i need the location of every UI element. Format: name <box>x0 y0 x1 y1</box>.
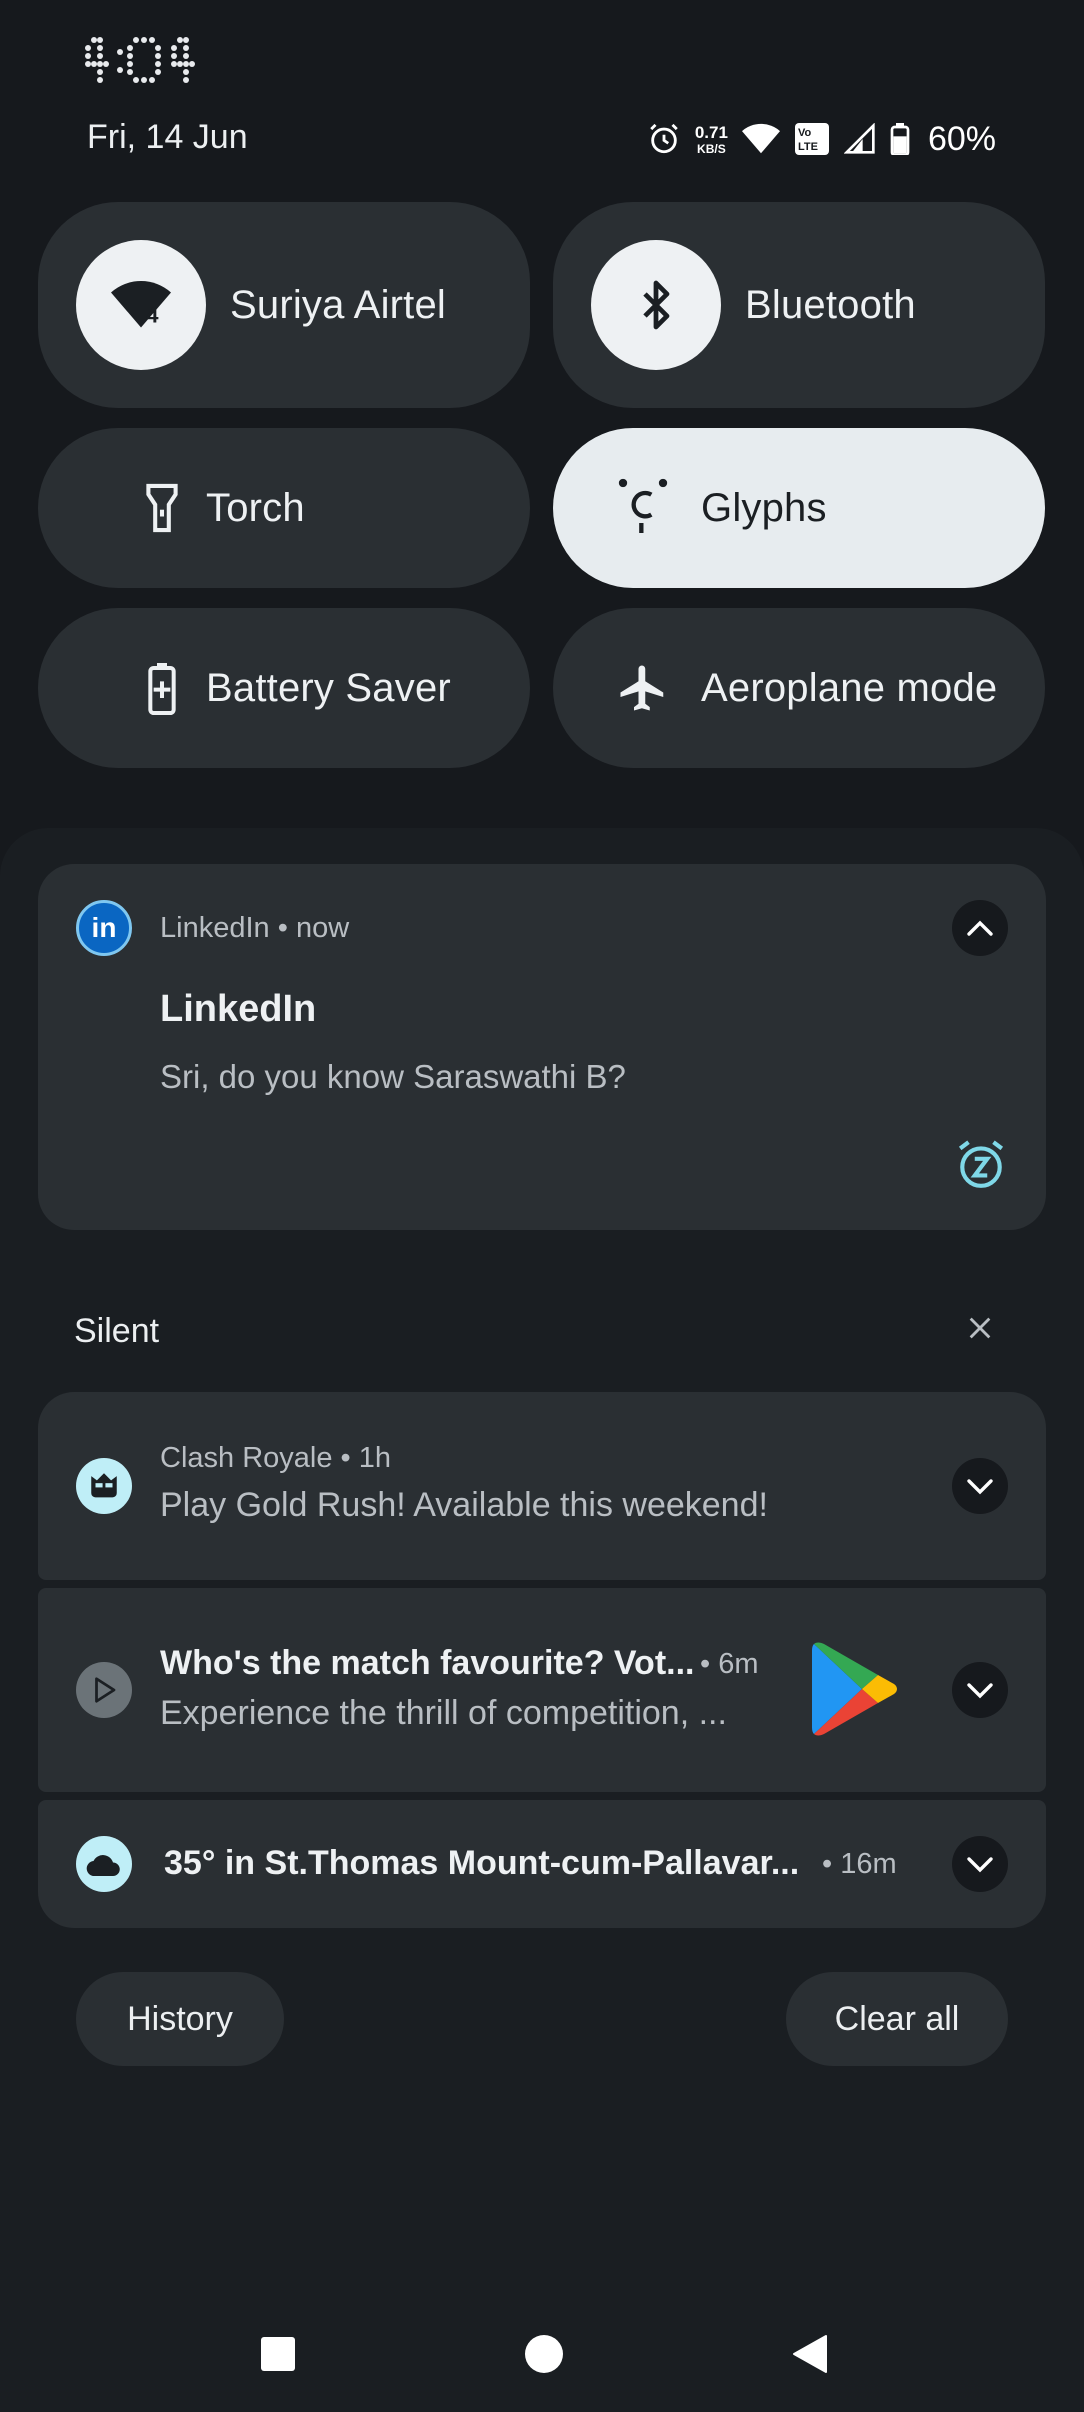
aeroplane-tile-label: Aeroplane mode <box>701 665 998 710</box>
glyphs-tile[interactable]: Glyphs <box>553 428 1045 588</box>
network-speed-value: 0.71 <box>694 122 728 142</box>
play-time: • 6m <box>700 1648 759 1680</box>
volte-line1: Vo <box>798 127 812 139</box>
weather-notification[interactable]: 35° in St.Thomas Mount-cum-Pallavar... •… <box>38 1800 1046 1928</box>
aeroplane-tile[interactable]: Aeroplane mode <box>553 608 1045 768</box>
bluetooth-tile[interactable]: Bluetooth <box>553 202 1045 408</box>
linkedin-title: LinkedIn <box>160 988 317 1030</box>
battery-icon <box>890 123 910 155</box>
date-label: Fri, 14 Jun <box>87 118 248 156</box>
linkedin-text: Sri, do you know Saraswathi B? <box>160 1058 626 1095</box>
wifi-tile[interactable]: 4 Suriya Airtel <box>38 202 530 408</box>
play-text: Experience the thrill of competition, ..… <box>160 1694 727 1732</box>
battery-saver-tile-label: Battery Saver <box>206 665 451 710</box>
glyphs-tile-label: Glyphs <box>701 485 827 530</box>
back-button[interactable] <box>790 2334 830 2374</box>
alarm-icon <box>647 122 681 156</box>
collapse-button[interactable] <box>952 900 1008 956</box>
play-title: Who's the match favourite? Vot... <box>160 1644 695 1682</box>
weather-title: 35° in St.Thomas Mount-cum-Pallavar... <box>164 1844 800 1882</box>
play-store-logo-icon <box>810 1640 900 1743</box>
volte-icon: Vo LTE <box>794 122 830 156</box>
battery-percent: 60% <box>927 119 996 158</box>
signal-icon <box>843 123 876 155</box>
linkedin-header: LinkedIn • now <box>160 912 350 944</box>
expand-button[interactable] <box>952 1458 1008 1514</box>
torch-icon <box>132 482 192 534</box>
network-speed-unit: KB/S <box>697 141 726 156</box>
torch-tile[interactable]: Torch <box>38 428 530 588</box>
linkedin-app-name: LinkedIn <box>160 912 270 944</box>
wifi-badge: 4 <box>146 303 159 328</box>
bluetooth-tile-label: Bluetooth <box>745 282 916 327</box>
network-speed: 0.71 KB/S <box>695 124 728 155</box>
play-time-value: 6m <box>718 1648 759 1680</box>
torch-tile-label: Torch <box>206 485 305 530</box>
silent-section-header: Silent <box>74 1312 160 1350</box>
status-icons: 0.71 KB/S Vo LTE 60% <box>647 114 996 164</box>
history-button[interactable]: History <box>76 1972 284 2066</box>
clash-royale-time: 1h <box>358 1442 392 1474</box>
expand-button[interactable] <box>952 1662 1008 1718</box>
linkedin-time: now <box>295 912 350 944</box>
dismiss-silent-button[interactable] <box>966 1314 994 1347</box>
volte-line2: LTE <box>798 141 818 153</box>
play-store-icon <box>76 1662 132 1718</box>
clash-royale-header: Clash Royale • 1h <box>160 1442 392 1474</box>
play-store-notification[interactable]: Who's the match favourite? Vot... • 6m E… <box>38 1588 1046 1792</box>
recents-button[interactable] <box>260 2336 296 2372</box>
airplane-icon <box>613 661 673 715</box>
cloud-icon <box>76 1836 132 1892</box>
battery-saver-icon <box>132 661 192 715</box>
glyphs-icon <box>613 478 673 538</box>
expand-button[interactable] <box>952 1836 1008 1892</box>
linkedin-icon: in <box>76 900 132 956</box>
weather-time-value: 16m <box>840 1848 897 1880</box>
linkedin-notification[interactable]: in LinkedIn • now LinkedIn Sri, do you k… <box>38 864 1046 1230</box>
clash-royale-notification[interactable]: Clash Royale • 1h Play Gold Rush! Availa… <box>38 1392 1046 1580</box>
weather-time: • 16m <box>822 1848 897 1880</box>
clear-all-button[interactable]: Clear all <box>786 1972 1008 2066</box>
clock-display <box>85 37 195 83</box>
battery-saver-tile[interactable]: Battery Saver <box>38 608 530 768</box>
bluetooth-icon[interactable] <box>591 240 721 370</box>
clash-royale-text: Play Gold Rush! Available this weekend! <box>160 1486 768 1524</box>
notification-shade: Fri, 14 Jun 0.71 KB/S Vo LTE 60% 4 Suriy… <box>0 0 1084 2412</box>
clash-royale-app-name: Clash Royale <box>160 1442 333 1474</box>
wifi-tile-label: Suriya Airtel <box>230 282 447 327</box>
home-button[interactable] <box>524 2334 564 2374</box>
wifi-icon <box>741 123 780 155</box>
snooze-icon[interactable] <box>956 1138 1006 1195</box>
clash-royale-icon <box>76 1458 132 1514</box>
wifi-tile-icon[interactable]: 4 <box>76 240 206 370</box>
